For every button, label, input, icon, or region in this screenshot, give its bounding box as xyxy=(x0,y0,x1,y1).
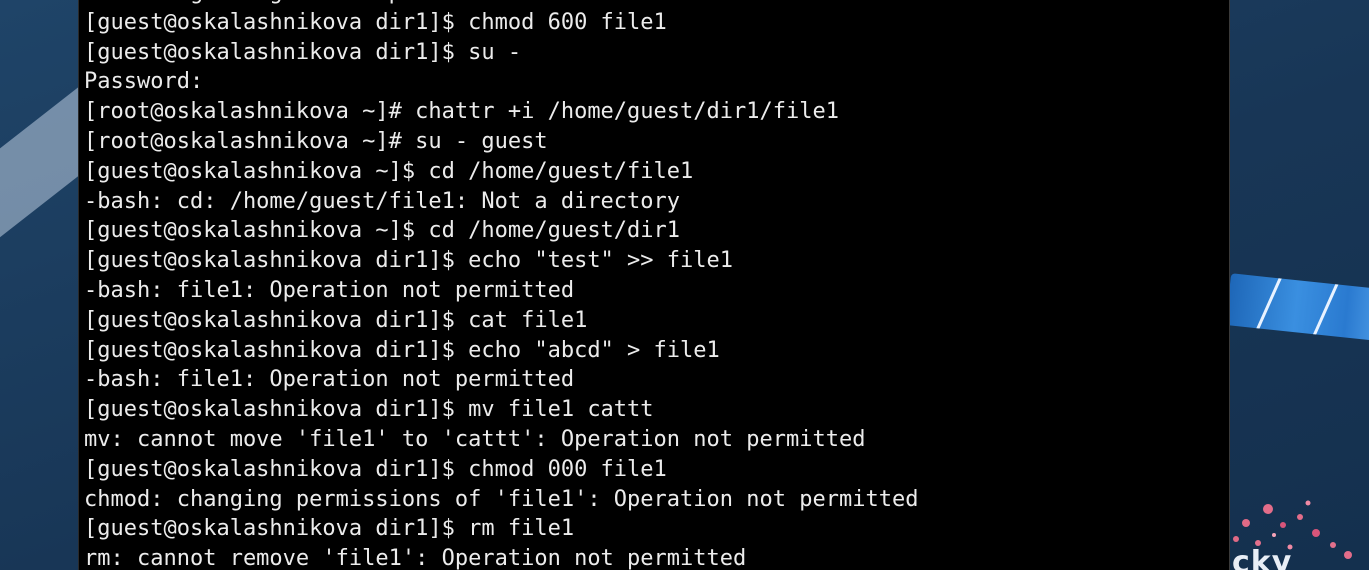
terminal-line: -bash: file1: Operation not permitted xyxy=(84,277,575,303)
wave-line xyxy=(1249,273,1285,343)
terminal-line: [guest@oskalashnikova dir1]$ cat file1 xyxy=(84,307,588,333)
terminal-line: rm: cannot remove 'file1': Operation not… xyxy=(84,546,747,570)
terminal-line: [guest@oskalashnikova dir1]$ echo "test"… xyxy=(84,248,734,274)
terminal-line: -bash: file1: Operation not permitted xyxy=(84,367,575,393)
terminal-line: [guest@oskalashnikova dir1]$ echo "abcd"… xyxy=(84,337,720,363)
terminal-window[interactable]: ----- 1 guest guest 0 Apr 3 14:15 file1[… xyxy=(78,0,1230,570)
wallpaper-logo-text: cky xyxy=(1232,545,1293,570)
wallpaper-wave-graphic xyxy=(1225,273,1369,343)
terminal-line: [guest@oskalashnikova dir1]$ chmod 600 f… xyxy=(84,9,667,35)
terminal-output[interactable]: ----- 1 guest guest 0 Apr 3 14:15 file1[… xyxy=(84,0,918,570)
terminal-line: Password: xyxy=(84,69,204,95)
terminal-line: [guest@oskalashnikova ~]$ cd /home/guest… xyxy=(84,158,694,184)
terminal-line: [guest@oskalashnikova dir1]$ mv file1 ca… xyxy=(84,397,654,423)
terminal-line: [root@oskalashnikova ~]# su - guest xyxy=(84,128,548,154)
terminal-line: mv: cannot move 'file1' to 'cattt': Oper… xyxy=(84,426,866,452)
terminal-line: [guest@oskalashnikova ~]$ cd /home/guest… xyxy=(84,218,681,244)
wave-line xyxy=(1306,276,1342,343)
terminal-line: [guest@oskalashnikova dir1]$ rm file1 xyxy=(84,516,575,542)
terminal-line: [guest@oskalashnikova dir1]$ su - xyxy=(84,39,522,65)
terminal-line: [root@oskalashnikova ~]# chattr +i /home… xyxy=(84,99,839,125)
terminal-line: -bash: cd: /home/guest/file1: Not a dire… xyxy=(84,188,681,214)
terminal-line: chmod: changing permissions of 'file1': … xyxy=(84,486,919,512)
terminal-line: ----- 1 guest guest 0 Apr 3 14:15 file1 xyxy=(84,0,918,8)
terminal-line: [guest@oskalashnikova dir1]$ chmod 000 f… xyxy=(84,456,667,482)
